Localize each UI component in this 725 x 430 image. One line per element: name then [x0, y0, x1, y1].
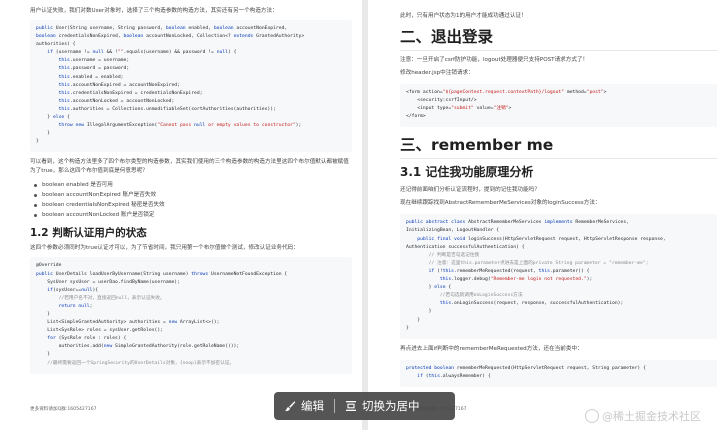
logout-form-code-block: <form action="${pageContext.request.cont…: [400, 84, 717, 128]
left-intro-paragraph: 用户认证失败，我们对数User对象时，选择了三个构造参数的构造方法，其实还有另一…: [30, 8, 278, 14]
code-line: public User(String username, String pass…: [36, 26, 288, 31]
code-line: //若用户名不对，直接返回null，表示认证失败。: [36, 295, 165, 301]
code-line: }: [406, 317, 421, 323]
center-toggle-button[interactable]: 切换为居中: [335, 392, 430, 420]
code-line: this.credentialsNonExpired = credentials…: [58, 90, 203, 96]
code-line: List<SysRole> roles = sysUser.getRoles()…: [36, 328, 163, 334]
code-line: } else {: [406, 285, 452, 291]
code-line: throw new IllegalArgumentException("Cann…: [58, 123, 302, 129]
code-line: this.onLoginSuccess(request, response, s…: [439, 301, 624, 307]
code-line: //最终需要返回一个SpringSecurity的UserDetails对象，{…: [36, 360, 235, 366]
align-center-icon: [346, 401, 356, 411]
code-line: }: [36, 311, 51, 317]
code-line: this.username = username;: [58, 58, 130, 64]
remember-requested-code-block: protected boolean rememberMeRequested(Ht…: [400, 359, 717, 387]
code-line: if (!this.rememberMeRequested(request, t…: [428, 268, 590, 274]
list-item: boolean enabled 是否可用: [34, 180, 352, 190]
code-line: this.accountNonLocked = accountNonLocked…: [58, 98, 175, 104]
code-line: @Override: [36, 263, 62, 269]
watermark-text: @稀土掘金技术社区: [602, 410, 701, 423]
code-line: this.logger.debug("Remember-me login not…: [439, 277, 593, 283]
edit-button-label: 编辑: [301, 399, 324, 413]
juejin-logo-icon: [585, 409, 599, 423]
boolean-params-paragraph: 可以看到，这个构造方法里多了四个布尔类型的构造参数，其实我们使用的三个构造参数的…: [30, 159, 349, 175]
code-line: }: [36, 131, 51, 137]
code-line: authorities.add(new SimpleGrantedAuthori…: [36, 344, 240, 350]
heading-principle: 3.1 记住我功能原理分析: [400, 165, 534, 180]
code-line: }: [36, 352, 51, 358]
code-line: <form action="${pageContext.request.cont…: [406, 90, 607, 95]
code-line: if(sysUser==null){: [47, 287, 99, 293]
edit-button[interactable]: 编辑: [274, 392, 334, 420]
left-page: 用户认证失败，我们对数User对象时，选择了三个构造参数的构造方法，其实还有另一…: [0, 0, 362, 430]
code-line: </form>: [406, 114, 426, 120]
list-item: boolean credentialsNonExpired 秘密是否失效: [34, 200, 352, 210]
user-constructor-code-block: public User(String username, String pass…: [30, 20, 352, 153]
code-line: // 判断是否勾选记住我: [406, 252, 480, 258]
code-line: this.authorities = Collections.unmodifia…: [58, 106, 276, 112]
code-line: InitializingBean, LogoutHandler {: [406, 228, 500, 234]
divider: [400, 50, 717, 51]
remember-requested-paragraph: 再点进去上面if判断中的rememberMeRequested方法，还在当前类中…: [400, 345, 583, 352]
code-line: protected boolean rememberMeRequested(Ht…: [406, 365, 646, 371]
code-line: public UserDetails loadUserByUsername(St…: [36, 271, 288, 277]
code-line: List<SimpleGrantedAuthority> authorities…: [36, 320, 220, 326]
logout-note-paragraph: 注意：一旦开启了csrf防护功能，logout处理器便只支持POST请求方式了！: [400, 57, 589, 63]
boolean-params-list: boolean enabled 是否可用 boolean accountNonE…: [34, 180, 352, 220]
left-footer-note: 更多资料请加Q群:1605427167: [30, 407, 97, 412]
list-item: boolean accountNonExpired 账户是否失效: [34, 190, 352, 200]
code-line: public abstract class AbstractRememberMe…: [406, 220, 630, 226]
divider: [400, 158, 717, 160]
code-line: this.accountNonExpired = accountNonExpir…: [58, 82, 180, 88]
code-line: // 注意：这里this.parameter点进去是上面的private Str…: [406, 260, 649, 266]
code-line: //若勾选就调用onLoginSuccess方法: [406, 293, 523, 299]
code-line: for (SysRole role : roles) {: [47, 336, 127, 342]
recall-paragraph: 还记得前面咱们分析认证流程时，提到的记住我功能吗？: [400, 187, 540, 194]
code-line: Authentication successfulAuthentication)…: [406, 244, 525, 250]
load-user-code-block: @Override public UserDetails loadUserByUs…: [30, 257, 352, 374]
code-line: }: [36, 139, 39, 145]
code-line: boolean credentialsNonExpired, boolean a…: [36, 34, 305, 40]
remember-me-services-code-block: public abstract class AbstractRememberMe…: [400, 214, 717, 339]
image-toolbar: 编辑 切换为居中: [274, 392, 455, 420]
center-toggle-label: 切换为居中: [362, 399, 420, 413]
code-line: } else {: [36, 115, 70, 121]
code-line: return null;: [58, 303, 93, 309]
list-item: boolean accountNonLocked 账户是否锁定: [34, 210, 352, 220]
heading-remember-me: 三、remember me: [400, 136, 554, 155]
code-line: authorities) {: [36, 42, 76, 48]
code-line: <input type="submit" value="注销">: [406, 106, 512, 112]
code-line: <security:csrfInput/>: [406, 98, 477, 104]
code-line: this.enabled = enabled;: [58, 74, 124, 80]
code-line: public final void loginSuccess(HttpServl…: [417, 236, 666, 242]
test-paragraph: 这四个参数必须同时为true认证才可以，为了节省时间，我只用第一个布尔值做个测试…: [30, 245, 299, 252]
heading-logout: 二、退出登录: [400, 28, 494, 46]
code-line: if (this.alwaysRemember) {: [417, 373, 491, 379]
brush-icon: [285, 401, 296, 412]
code-line: if (username != null && !"".equals(usern…: [47, 50, 237, 56]
code-line: }: [406, 325, 409, 331]
login-success-paragraph: 现在继续跟踪找到AbstractRememberMeServices对象的log…: [400, 200, 601, 207]
right-page: 此时，只有用户状态为1的用户才能成功通过认证！ 二、退出登录 注意：一旦开启了c…: [368, 0, 725, 430]
code-line: this.password = password;: [58, 66, 130, 72]
code-line: SysUser sysUser = userDao.findByName(use…: [36, 279, 180, 285]
right-intro-paragraph: 此时，只有用户状态为1的用户才能成功通过认证！: [400, 13, 527, 19]
logout-edit-paragraph: 修改header.jsp中注销请求：: [400, 70, 474, 76]
code-line: }: [406, 309, 432, 315]
watermark: @稀土掘金技术社区: [585, 408, 701, 424]
section-heading-user-status: 1.2 判断认证用户的状态: [30, 227, 147, 240]
